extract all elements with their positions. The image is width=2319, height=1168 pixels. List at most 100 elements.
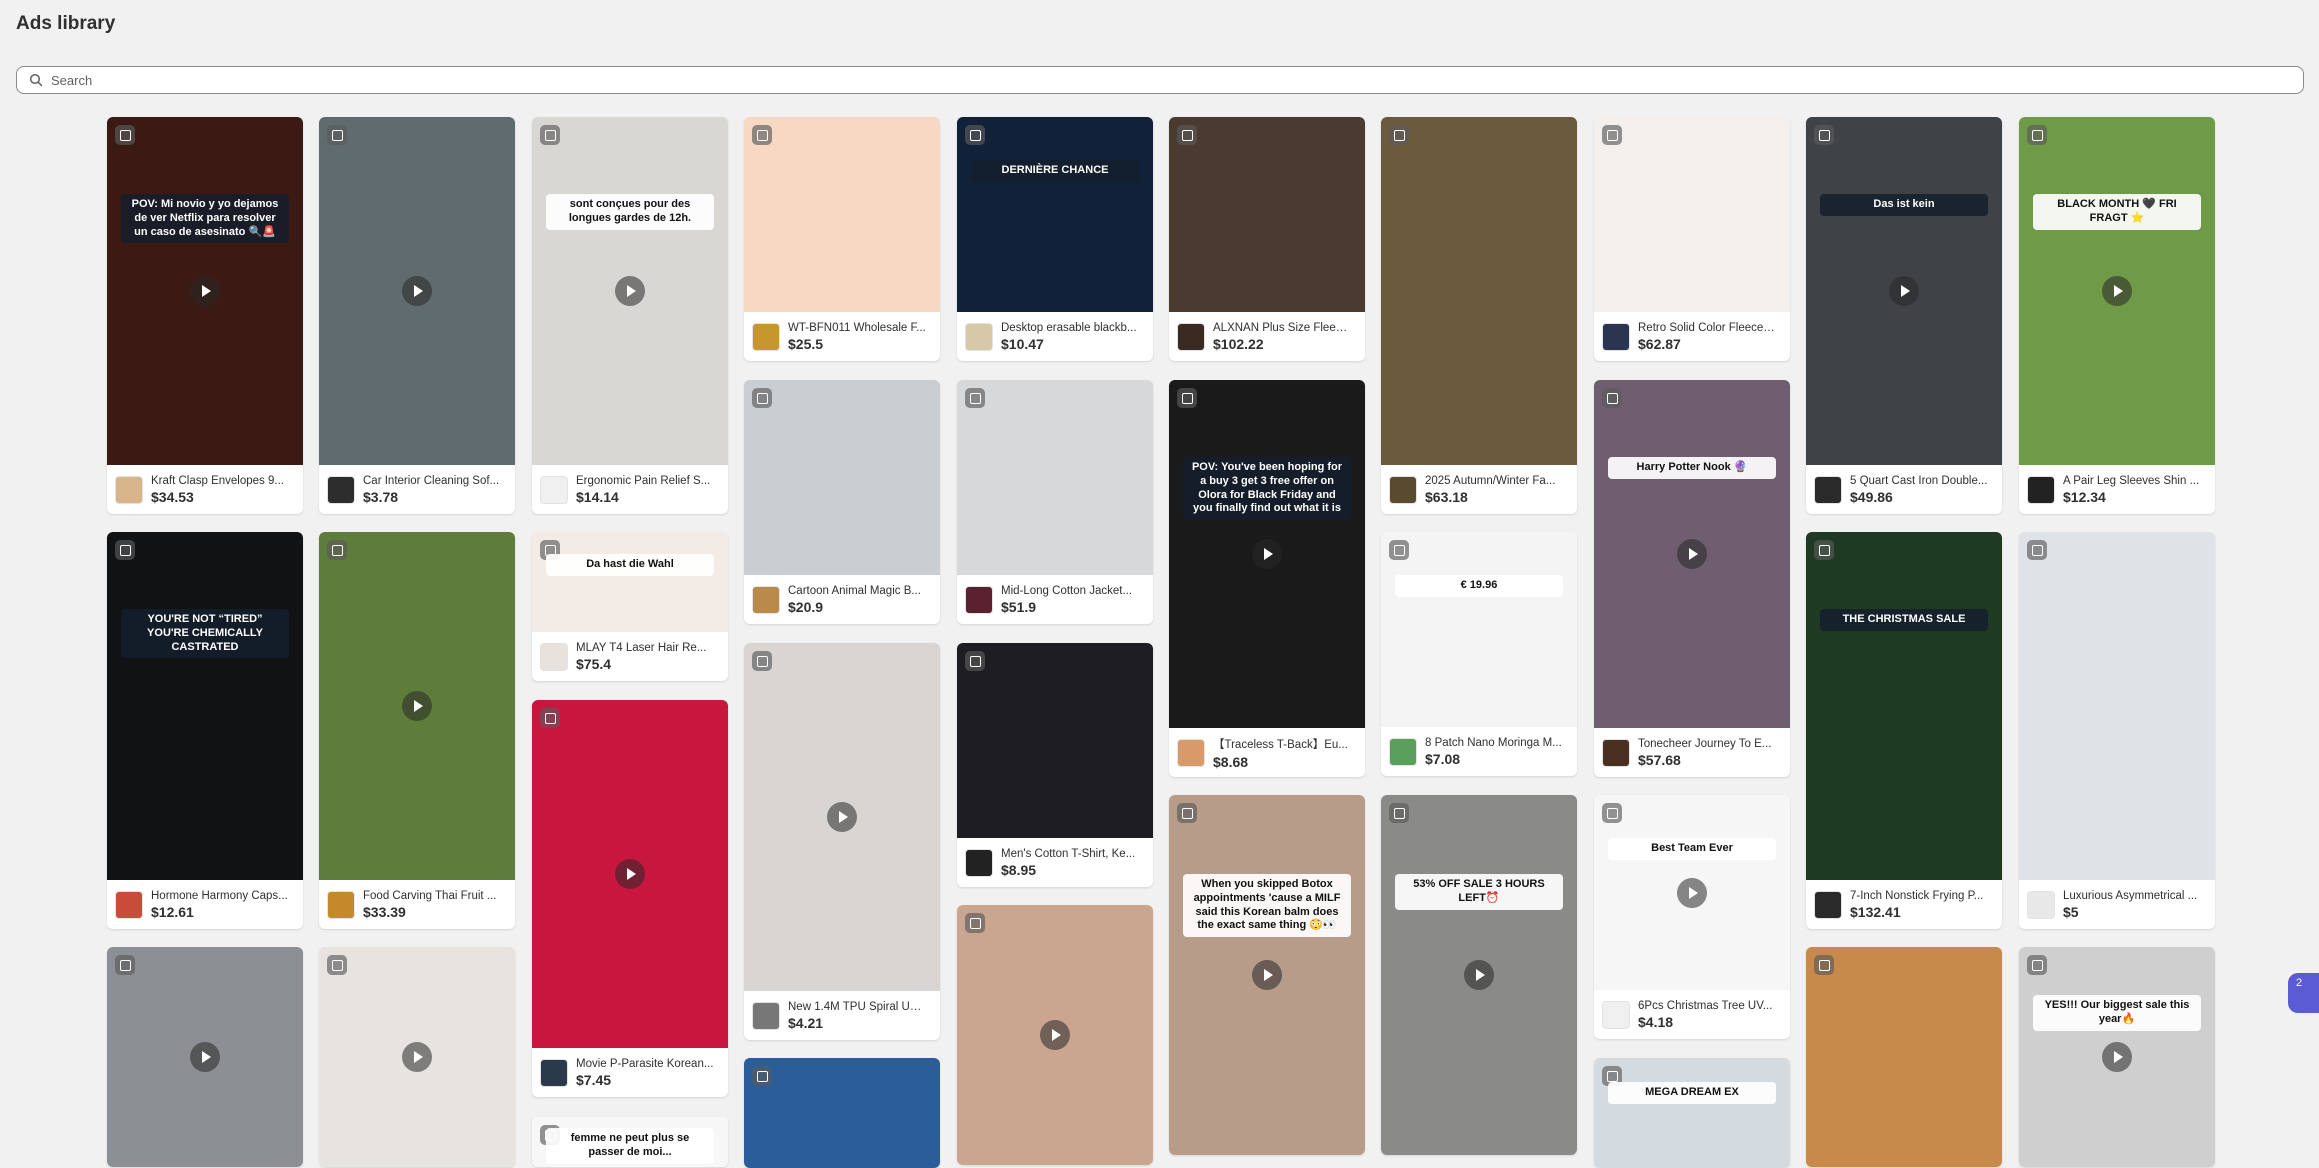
ad-card[interactable]: € 19.96 8 Patch Nano Moringa M... $7.08 <box>1381 532 1577 776</box>
ad-product-info[interactable]: New 1.4M TPU Spiral US... $4.21 <box>744 991 940 1040</box>
ad-card[interactable]: Cartoon Animal Magic B... $20.9 <box>744 380 940 624</box>
ad-card[interactable]: POV: Mi novio y yo dejamos de ver Netfli… <box>107 117 303 514</box>
ad-product-info[interactable]: Cartoon Animal Magic B... $20.9 <box>744 575 940 624</box>
ad-card[interactable]: YOU'RE NOT “TIRED” YOU'RE CHEMICALLY CAS… <box>107 532 303 929</box>
ad-card[interactable]: ALXNAN Plus Size Fleec... $102.22 <box>1169 117 1365 361</box>
play-icon[interactable] <box>615 276 645 306</box>
play-icon[interactable] <box>2102 1042 2132 1072</box>
ad-product-info[interactable]: 2025 Autumn/Winter Fa... $63.18 <box>1381 465 1577 514</box>
play-icon[interactable] <box>190 276 220 306</box>
ad-card[interactable] <box>107 947 303 1167</box>
ad-media[interactable] <box>957 643 1153 838</box>
ad-card[interactable]: MEGA DREAM EX <box>1594 1058 1790 1168</box>
ad-product-info[interactable]: A Pair Leg Sleeves Shin ... $12.34 <box>2019 465 2215 514</box>
ad-media[interactable]: € 19.96 <box>1381 532 1577 727</box>
ad-media[interactable]: femme ne peut plus se passer de moi... <box>532 1117 728 1167</box>
ad-media[interactable]: POV: You've been hoping for a buy 3 get … <box>1169 380 1365 728</box>
ad-media[interactable] <box>957 380 1153 575</box>
ad-product-info[interactable]: Kraft Clasp Envelopes 9... $34.53 <box>107 465 303 514</box>
play-icon[interactable] <box>2102 276 2132 306</box>
ad-media[interactable]: Da hast die Wahl <box>532 532 728 632</box>
ad-media[interactable] <box>319 947 515 1167</box>
ad-media[interactable]: BLACK MONTH 🖤 FRI FRAGT ⭐ <box>2019 117 2215 465</box>
play-icon[interactable] <box>1677 539 1707 569</box>
ad-product-info[interactable]: Food Carving Thai Fruit ... $33.39 <box>319 880 515 929</box>
ad-product-info[interactable]: Luxurious Asymmetrical ... $5 <box>2019 880 2215 929</box>
ad-media[interactable] <box>532 700 728 1048</box>
ad-media[interactable] <box>319 117 515 465</box>
ad-media[interactable]: sont conçues pour des longues gardes de … <box>532 117 728 465</box>
ad-card[interactable]: YES!!! Our biggest sale this year🔥 <box>2019 947 2215 1167</box>
ad-card[interactable]: 2025 Autumn/Winter Fa... $63.18 <box>1381 117 1577 514</box>
ad-media[interactable] <box>744 117 940 312</box>
ad-card[interactable]: Retro Solid Color Fleece ... $62.87 <box>1594 117 1790 361</box>
ad-card[interactable]: Das ist kein 5 Quart Cast Iron Double... $… <box>1806 117 2002 514</box>
ad-card[interactable]: sont conçues pour des longues gardes de … <box>532 117 728 514</box>
ad-product-info[interactable]: Ergonomic Pain Relief S... $14.14 <box>532 465 728 514</box>
ad-media[interactable]: MEGA DREAM EX <box>1594 1058 1790 1168</box>
ad-media[interactable] <box>744 643 940 991</box>
ad-product-info[interactable]: WT-BFN011 Wholesale F... $25.5 <box>744 312 940 361</box>
play-icon[interactable] <box>402 276 432 306</box>
ad-product-info[interactable]: Movie P-Parasite Korean... $7.45 <box>532 1048 728 1097</box>
ad-product-info[interactable]: Mid-Long Cotton Jacket... $51.9 <box>957 575 1153 624</box>
ad-media[interactable] <box>1806 947 2002 1167</box>
ad-media[interactable]: YOU'RE NOT “TIRED” YOU'RE CHEMICALLY CAS… <box>107 532 303 880</box>
ad-product-info[interactable]: 7-Inch Nonstick Frying P... $132.41 <box>1806 880 2002 929</box>
ad-media[interactable]: Harry Potter Nook 🔮 <box>1594 380 1790 728</box>
ad-product-info[interactable]: 8 Patch Nano Moringa M... $7.08 <box>1381 727 1577 776</box>
ad-product-info[interactable]: Tonecheer Journey To E... $57.68 <box>1594 728 1790 777</box>
ad-product-info[interactable]: Car Interior Cleaning Sof... $3.78 <box>319 465 515 514</box>
ad-product-info[interactable]: MLAY T4 Laser Hair Re... $75.4 <box>532 632 728 681</box>
ad-card[interactable]: When you skipped Botox appointments 'cau… <box>1169 795 1365 1155</box>
play-icon[interactable] <box>1040 1020 1070 1050</box>
ad-media[interactable] <box>107 947 303 1167</box>
ad-media[interactable]: When you skipped Botox appointments 'cau… <box>1169 795 1365 1155</box>
ad-card[interactable] <box>319 947 515 1167</box>
ad-product-info[interactable]: 【Traceless T-Back】Eu... $8.68 <box>1169 728 1365 777</box>
ad-card[interactable]: Food Carving Thai Fruit ... $33.39 <box>319 532 515 929</box>
ad-media[interactable]: DERNIÈRE CHANCE <box>957 117 1153 312</box>
ad-card[interactable]: BLACK MONTH 🖤 FRI FRAGT ⭐ A Pair Leg Slee… <box>2019 117 2215 514</box>
ad-media[interactable]: POV: Mi novio y yo dejamos de ver Netfli… <box>107 117 303 465</box>
play-icon[interactable] <box>402 691 432 721</box>
ad-media[interactable] <box>1381 117 1577 465</box>
ad-card[interactable]: femme ne peut plus se passer de moi... <box>532 1117 728 1167</box>
ad-card[interactable]: WT-BFN011 Wholesale F... $25.5 <box>744 117 940 361</box>
play-icon[interactable] <box>190 1042 220 1072</box>
ad-product-info[interactable]: 6Pcs Christmas Tree UV... $4.18 <box>1594 990 1790 1039</box>
ad-product-info[interactable]: 5 Quart Cast Iron Double... $49.86 <box>1806 465 2002 514</box>
ad-card[interactable]: Car Interior Cleaning Sof... $3.78 <box>319 117 515 514</box>
ad-card[interactable]: POV: You've been hoping for a buy 3 get … <box>1169 380 1365 777</box>
ad-media[interactable]: 53% OFF SALE 3 HOURS LEFT⏰ <box>1381 795 1577 1155</box>
play-icon[interactable] <box>827 802 857 832</box>
ad-product-info[interactable]: Men's Cotton T-Shirt, Ke... $8.95 <box>957 838 1153 887</box>
ad-product-info[interactable]: Desktop erasable blackb... $10.47 <box>957 312 1153 361</box>
ad-card[interactable]: Movie P-Parasite Korean... $7.45 <box>532 700 728 1097</box>
play-icon[interactable] <box>402 1042 432 1072</box>
ad-card[interactable]: Mid-Long Cotton Jacket... $51.9 <box>957 380 1153 624</box>
play-icon[interactable] <box>615 859 645 889</box>
ad-media[interactable]: YES!!! Our biggest sale this year🔥 <box>2019 947 2215 1167</box>
play-icon[interactable] <box>1464 960 1494 990</box>
ad-media[interactable]: Das ist kein <box>1806 117 2002 465</box>
ad-product-info[interactable]: ALXNAN Plus Size Fleec... $102.22 <box>1169 312 1365 361</box>
ad-card[interactable] <box>957 905 1153 1165</box>
ad-media[interactable] <box>744 380 940 575</box>
play-icon[interactable] <box>1677 877 1707 908</box>
ad-card[interactable]: 53% OFF SALE 3 HOURS LEFT⏰ <box>1381 795 1577 1155</box>
ad-media[interactable] <box>1169 117 1365 312</box>
ad-media[interactable]: Best Team Ever <box>1594 795 1790 990</box>
play-icon[interactable] <box>1252 960 1282 990</box>
ad-media[interactable]: THE CHRISTMAS SALE <box>1806 532 2002 880</box>
ad-card[interactable]: Men's Cotton T-Shirt, Ke... $8.95 <box>957 643 1153 887</box>
ad-media[interactable] <box>744 1058 940 1168</box>
ad-card[interactable] <box>744 1058 940 1168</box>
play-icon[interactable] <box>1889 276 1919 306</box>
ad-media[interactable] <box>2019 532 2215 880</box>
ad-media[interactable] <box>1594 117 1790 312</box>
ad-card[interactable]: Da hast die Wahl MLAY T4 Laser Hair Re...… <box>532 532 728 681</box>
ad-card[interactable]: THE CHRISTMAS SALE 7-Inch Nonstick Frying… <box>1806 532 2002 929</box>
ad-product-info[interactable]: Retro Solid Color Fleece ... $62.87 <box>1594 312 1790 361</box>
ad-card[interactable]: New 1.4M TPU Spiral US... $4.21 <box>744 643 940 1040</box>
